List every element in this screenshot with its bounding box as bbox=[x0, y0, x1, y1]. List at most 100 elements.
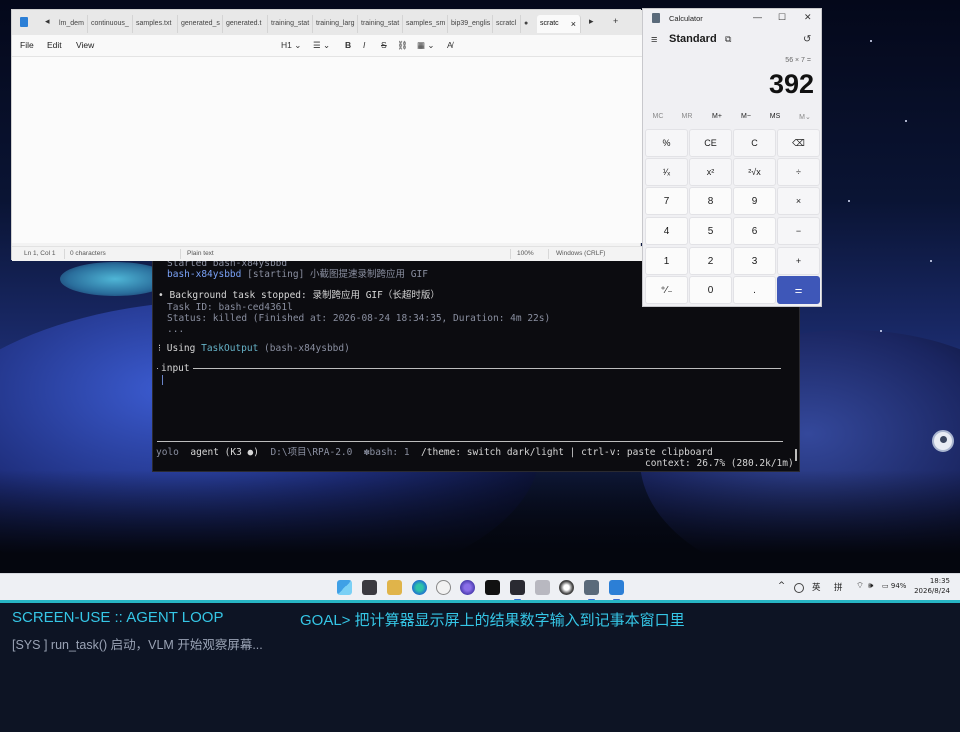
memory-store-button[interactable]: MS bbox=[761, 113, 789, 120]
decimal-button[interactable]: . bbox=[733, 276, 776, 304]
keep-on-top-icon[interactable]: ⧉ bbox=[725, 34, 731, 45]
close-button[interactable]: ✕ bbox=[804, 12, 812, 23]
memory-clear-button[interactable]: MC bbox=[644, 113, 672, 120]
avatar-app-icon[interactable] bbox=[436, 580, 451, 595]
digit-0-button[interactable]: 0 bbox=[689, 276, 732, 304]
bold-button[interactable]: B bbox=[345, 40, 351, 50]
digit-2-button[interactable]: 2 bbox=[689, 247, 732, 275]
list-dropdown[interactable]: ☰ ⌄ bbox=[313, 40, 330, 51]
clock-time[interactable]: 18:35 bbox=[930, 577, 950, 585]
text-cursor[interactable] bbox=[162, 375, 163, 385]
line-ending[interactable]: Windows (CRLF) bbox=[556, 250, 605, 257]
notepad-window[interactable]: ◂ lm_dem continuous_ samples.txt generat… bbox=[11, 9, 642, 261]
digit-5-button[interactable]: 5 bbox=[689, 217, 732, 245]
notepad-text-area[interactable] bbox=[12, 57, 642, 243]
memory-list-button[interactable]: M⌄ bbox=[791, 113, 819, 121]
network-status-icon[interactable] bbox=[794, 583, 804, 593]
tab-file[interactable]: training_stat bbox=[268, 15, 313, 33]
strikethrough-button[interactable]: S bbox=[381, 40, 387, 50]
add-button[interactable]: + bbox=[777, 247, 820, 275]
menu-icon[interactable]: ≡ bbox=[651, 34, 657, 46]
terminal-app-icon[interactable] bbox=[510, 580, 525, 601]
tab-file[interactable]: training_stat bbox=[358, 15, 403, 33]
multiply-button[interactable]: × bbox=[777, 187, 820, 215]
battery-level[interactable]: ▭ 94% bbox=[882, 582, 906, 590]
tab-file[interactable]: generated.t bbox=[223, 15, 268, 33]
menu-file[interactable]: File bbox=[20, 40, 34, 50]
calculator-taskbar-icon[interactable] bbox=[584, 580, 599, 601]
clear-entry-button[interactable]: CE bbox=[689, 129, 732, 157]
edge-browser-icon[interactable] bbox=[412, 580, 427, 595]
tab-scroll-left-icon[interactable]: ◂ bbox=[45, 16, 50, 27]
scrollbar[interactable] bbox=[795, 449, 797, 461]
calculator-mode: Standard bbox=[669, 33, 717, 45]
menu-edit[interactable]: Edit bbox=[47, 40, 62, 50]
tab-file[interactable]: continuous_ bbox=[88, 15, 133, 33]
clear-format-icon[interactable]: A̸ bbox=[447, 40, 453, 50]
digit-3-button[interactable]: 3 bbox=[733, 247, 776, 275]
zoom-level[interactable]: 100% bbox=[517, 250, 534, 257]
tray-overflow-icon[interactable]: ^ bbox=[778, 581, 785, 591]
image-app-icon[interactable] bbox=[535, 580, 550, 595]
table-dropdown[interactable]: ▦ ⌄ bbox=[417, 40, 435, 51]
text-format[interactable]: Plain text bbox=[187, 250, 214, 257]
tab-scroll-right-icon[interactable]: ▸ bbox=[589, 16, 594, 27]
input-method[interactable]: 拼 bbox=[834, 581, 843, 593]
reciprocal-button[interactable]: ¹⁄ₓ bbox=[645, 158, 688, 186]
new-tab-icon[interactable]: + bbox=[613, 16, 618, 26]
backspace-icon[interactable]: ⌫ bbox=[777, 129, 820, 157]
italic-button[interactable]: I bbox=[363, 40, 365, 50]
tab-file[interactable]: samples_sm bbox=[403, 15, 448, 33]
wallpaper-star bbox=[880, 330, 882, 332]
equals-button[interactable]: = bbox=[777, 276, 820, 304]
digit-4-button[interactable]: 4 bbox=[645, 217, 688, 245]
negate-button[interactable]: ⁺⁄₋ bbox=[645, 276, 688, 304]
heading-dropdown[interactable]: H1 ⌄ bbox=[281, 40, 301, 51]
square-root-button[interactable]: ²√x bbox=[733, 158, 776, 186]
tab-file[interactable]: samples.txt bbox=[133, 15, 178, 33]
divide-button[interactable]: ÷ bbox=[777, 158, 820, 186]
chat-app-icon[interactable] bbox=[559, 580, 574, 595]
notepad-taskbar-icon[interactable] bbox=[609, 580, 624, 601]
stopped-desc: 录制跨应用 GIF（长超时版） bbox=[312, 290, 440, 301]
memory-subtract-button[interactable]: M− bbox=[732, 113, 760, 120]
calculator-window[interactable]: Calculator — ☐ ✕ ≡ Standard ⧉ ↺ 56 × 7 =… bbox=[642, 8, 822, 307]
clear-button[interactable]: C bbox=[733, 129, 776, 157]
digit-9-button[interactable]: 9 bbox=[733, 187, 776, 215]
wifi-icon[interactable]: ⌔ bbox=[856, 581, 864, 591]
avatar-icon[interactable] bbox=[932, 430, 954, 452]
tab-close-icon[interactable]: × bbox=[571, 15, 576, 33]
tab-file-active[interactable]: scratc × bbox=[537, 15, 581, 33]
subtract-button[interactable]: − bbox=[777, 217, 820, 245]
tab-file[interactable]: lm_dem bbox=[56, 15, 88, 33]
file-explorer-icon[interactable] bbox=[387, 580, 402, 595]
menu-view[interactable]: View bbox=[76, 40, 94, 50]
memory-recall-button[interactable]: MR bbox=[673, 113, 701, 120]
k-app-icon[interactable] bbox=[485, 580, 500, 595]
digit-8-button[interactable]: 8 bbox=[689, 187, 732, 215]
digit-6-button[interactable]: 6 bbox=[733, 217, 776, 245]
task-view-icon[interactable] bbox=[362, 580, 377, 595]
tab-file[interactable]: generated_s bbox=[178, 15, 223, 33]
character-count: 0 characters bbox=[70, 250, 106, 257]
digit-7-button[interactable]: 7 bbox=[645, 187, 688, 215]
tab-file[interactable]: scratcl bbox=[493, 15, 521, 33]
tab-file[interactable]: bip39_englis bbox=[448, 15, 493, 33]
square-button[interactable]: x² bbox=[689, 158, 732, 186]
link-icon[interactable]: ⛓ bbox=[397, 40, 408, 51]
start-menu-icon[interactable] bbox=[337, 580, 352, 595]
agent-panel: SCREEN-USE :: AGENT LOOP GOAL> 把计算器显示屏上的… bbox=[0, 603, 960, 732]
history-icon[interactable]: ↺ bbox=[803, 34, 811, 45]
tab-file[interactable]: training_larg bbox=[313, 15, 358, 33]
memory-add-button[interactable]: M+ bbox=[703, 113, 731, 120]
clock-date[interactable]: 2026/8/24 bbox=[914, 587, 950, 595]
input-language[interactable]: 英 bbox=[812, 581, 821, 593]
minimize-button[interactable]: — bbox=[753, 12, 762, 22]
percent-button[interactable]: % bbox=[645, 129, 688, 157]
maximize-button[interactable]: ☐ bbox=[778, 12, 786, 23]
browser-app-icon[interactable] bbox=[460, 580, 475, 595]
terminal-line: Status: killed (Finished at: 2026-08-24 … bbox=[167, 313, 551, 324]
digit-1-button[interactable]: 1 bbox=[645, 247, 688, 275]
battery-percent: 94% bbox=[890, 582, 907, 590]
volume-icon[interactable]: 🕪 bbox=[868, 581, 873, 591]
